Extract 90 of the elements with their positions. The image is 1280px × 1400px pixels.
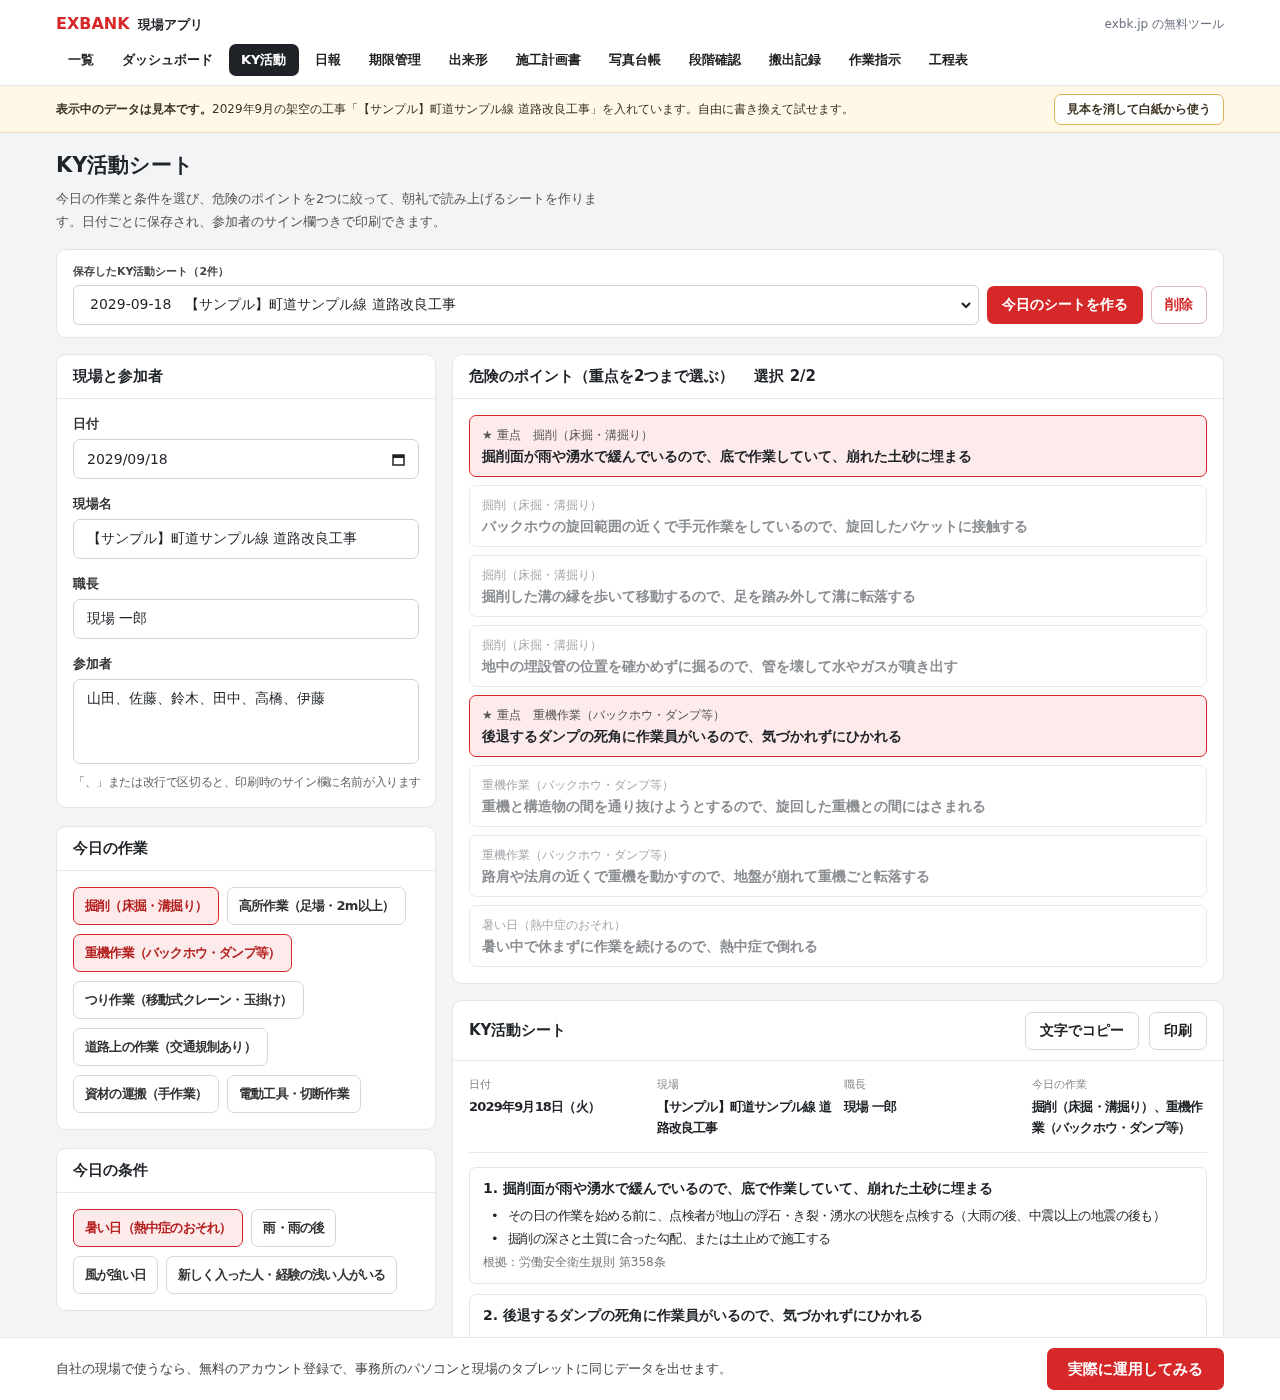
input-field[interactable]: 現場 一郎 xyxy=(73,599,419,639)
field-label: 参加者 xyxy=(73,655,113,673)
hazard-category: 重機作業（バックホウ・ダンプ等） xyxy=(482,777,674,794)
nav-tab[interactable]: 出来形 xyxy=(436,44,500,76)
hazard-category: 掘削（床掘・溝掘り） xyxy=(482,497,602,514)
option-chip[interactable]: 資材の運搬（手作業） xyxy=(73,1075,219,1113)
page-description: 今日の作業と条件を選び、危険のポイントを2つに絞って、朝礼で読み上げるシートを作ります。日付ごとに保存され、参加者のサイン欄つきで印刷できます。 xyxy=(56,190,599,231)
summary-value: 2029年9月18日（火） xyxy=(469,1098,601,1116)
hazard-text: 地中の埋設管の位置を確かめずに掘るので、管を壊して水やガスが噴き出す xyxy=(482,658,959,676)
option-chip[interactable]: 道路上の作業（交通規制あり） xyxy=(73,1028,268,1066)
panel-title: KY活動シート xyxy=(469,1021,567,1040)
focus-label: ★ 重点 xyxy=(482,427,521,444)
nav-tab[interactable]: 施工計画書 xyxy=(503,44,593,76)
measure-item: その日の作業を始める前に、点検者が地山の浮石・き裂・湧水の状態を点検する（大雨の後、中震以上の地震の後も） xyxy=(508,1207,1166,1225)
delete-button[interactable]: 削除 xyxy=(1151,286,1207,324)
nav-tab[interactable]: 段階確認 xyxy=(676,44,753,76)
option-chip[interactable]: 掘削（床掘・溝掘り） xyxy=(73,887,219,925)
calendar-icon[interactable] xyxy=(392,452,405,466)
summary-label: 職長 xyxy=(844,1077,867,1092)
create-sheet-button[interactable]: 今日のシートを作る xyxy=(987,286,1143,324)
nav-tab[interactable]: 一覧 xyxy=(56,44,106,76)
summary-label: 今日の作業 xyxy=(1031,1077,1088,1092)
tagline: exbk.jp の無料ツール xyxy=(1104,15,1224,33)
page-title: KY活動シート xyxy=(56,152,196,179)
hazard-category: 掘削（床掘・溝掘り） xyxy=(532,427,653,444)
option-chip[interactable]: 電動工具・切断作業 xyxy=(227,1075,361,1113)
panel-title: 今日の作業 xyxy=(57,827,435,871)
hazard-text: 重機と構造物の間を通り抜けようとするので、旋回した重機との間にはさまれる xyxy=(482,798,987,816)
footer-text: 自社の現場で使うなら、無料のアカウント登録で、事務所のパソコンと現場のタブレットに同じデータを出せます。 xyxy=(56,1360,732,1378)
summary-value: 現場 一郎 xyxy=(844,1098,898,1116)
summary-label: 現場 xyxy=(656,1077,680,1092)
input-field[interactable]: 【サンプル】町道サンプル線 道路改良工事 xyxy=(73,519,419,559)
chevron-down-icon xyxy=(960,299,972,311)
hazard-text: 暑い中で休まずに作業を続けるので、熱中症で倒れる xyxy=(482,938,819,956)
date-field[interactable]: 2029/09/18 xyxy=(73,439,419,479)
hazard-category: 重機作業（バックホウ・ダンプ等） xyxy=(532,707,725,724)
point-title: 2. 後退するダンプの死角に作業員がいるので、気づかれずにひかれる xyxy=(483,1307,924,1325)
panel-title: 現場と参加者 xyxy=(57,355,435,399)
hazard-category: 暑い日（熱中症のおそれ） xyxy=(482,917,626,934)
point-title: 1. 掘削面が雨や湧水で緩んでいるので、底で作業していて、崩れた土砂に埋まる xyxy=(483,1180,994,1198)
print-button[interactable]: 印刷 xyxy=(1149,1011,1207,1050)
hazard-category: 掘削（床掘・溝掘り） xyxy=(482,567,602,584)
option-chip[interactable]: 新しく入った人・経験の浅い人がいる xyxy=(166,1256,398,1294)
hazard-option[interactable]: ★ 重点 重機作業（バックホウ・ダンプ等） 後退するダンプの死角に作業員がいるので、気づかれずにひかれる xyxy=(469,695,1207,757)
measure-item: 掘削の深さと土質に合った勾配、または土止めで施工する xyxy=(508,1230,831,1248)
nav-tab[interactable]: KY活動 xyxy=(229,44,299,76)
option-chip[interactable]: 重機作業（バックホウ・ダンプ等） xyxy=(73,934,293,972)
option-chip[interactable]: 雨・雨の後 xyxy=(251,1209,337,1247)
bullet: • xyxy=(491,1207,499,1225)
nav-tab[interactable]: 搬出記録 xyxy=(756,44,833,76)
copy-text-button[interactable]: 文字でコピー xyxy=(1025,1011,1139,1050)
hazard-text: 掘削した溝の縁を歩いて移動するので、足を踏み外して溝に転落する xyxy=(482,588,917,606)
summary-value: 【サンプル】町道サンプル線 道路改良工事 xyxy=(656,1098,832,1137)
sheet-dropdown[interactable]: 2029-09-18 【サンプル】町道サンプル線 道路改良工事 xyxy=(73,285,979,325)
hazard-text: 掘削面が雨や湧水で緩んでいるので、底で作業していて、崩れた土砂に埋まる xyxy=(482,448,973,466)
summary-label: 日付 xyxy=(469,1077,492,1092)
field-label: 職長 xyxy=(73,575,100,593)
summary-value: 掘削（床掘・溝掘り）、重機作業（バックホウ・ダンプ等） xyxy=(1031,1098,1204,1137)
basis-note: 根拠：労働安全衛生規則 第358条 xyxy=(483,1254,667,1271)
hazard-text: バックホウの旋回範囲の近くで手元作業をしているので、旋回したバケットに接触する xyxy=(482,518,1029,536)
app-name: 現場アプリ xyxy=(137,17,203,32)
field-label: 現場名 xyxy=(73,495,113,513)
hazard-text: 後退するダンプの死角に作業員がいるので、気づかれずにひかれる xyxy=(482,728,903,746)
hazard-text: 路肩や法肩の近くで重機を動かすので、地盤が崩れて重機ごと転落する xyxy=(482,868,931,886)
nav-tab[interactable]: 作業指示 xyxy=(836,44,913,76)
selection-count: 選択 2/2 xyxy=(754,367,816,386)
option-chip[interactable]: 高所作業（足場・2m以上） xyxy=(227,887,407,925)
hazard-category: 重機作業（バックホウ・ダンプ等） xyxy=(482,847,674,864)
panel-title: 危険のポイント（重点を2つまで選ぶ） xyxy=(469,367,735,386)
field-hint: 「、」または改行で区切ると、印刷時のサイン欄に名前が入ります xyxy=(73,774,419,791)
bullet: • xyxy=(491,1230,499,1248)
nav-tab[interactable]: 写真台帳 xyxy=(596,44,673,76)
option-chip[interactable]: 風が強い日 xyxy=(73,1256,158,1294)
notice-text: 表示中のデータは見本です。2029年9月の架空の工事「【サンプル】町道サンプル線 道路改良工事」を入れています。自由に書き換えて試せます。 xyxy=(56,100,854,118)
nav-tab[interactable]: ダッシュボード xyxy=(110,44,225,76)
panel-title: 今日の条件 xyxy=(57,1149,435,1193)
nav-tab[interactable]: 日報 xyxy=(302,44,353,76)
brand-logo[interactable]: EXBANK xyxy=(56,14,130,33)
saved-sheets-label: 保存したKY活動シート（2件） xyxy=(73,264,231,279)
focus-label: ★ 重点 xyxy=(482,707,521,724)
clear-sample-button[interactable]: 見本を消して白紙から使う xyxy=(1054,93,1224,125)
option-chip[interactable]: つり作業（移動式クレーン・玉掛け） xyxy=(73,981,305,1019)
hazard-category: 掘削（床掘・溝掘り） xyxy=(482,637,602,654)
hazard-option[interactable]: ★ 重点 掘削（床掘・溝掘り） 掘削面が雨や湧水で緩んでいるので、底で作業していて、崩れた土砂に埋まる xyxy=(469,415,1207,477)
try-it-button[interactable]: 実際に運用してみる xyxy=(1047,1348,1224,1390)
nav-tab[interactable]: 期限管理 xyxy=(356,44,433,76)
option-chip[interactable]: 暑い日（熱中症のおそれ） xyxy=(73,1209,244,1247)
text-area[interactable]: 山田、佐藤、鈴木、田中、高橋、伊藤 xyxy=(73,679,419,764)
field-label: 日付 xyxy=(73,415,100,433)
nav-tab[interactable]: 工程表 xyxy=(916,44,980,76)
